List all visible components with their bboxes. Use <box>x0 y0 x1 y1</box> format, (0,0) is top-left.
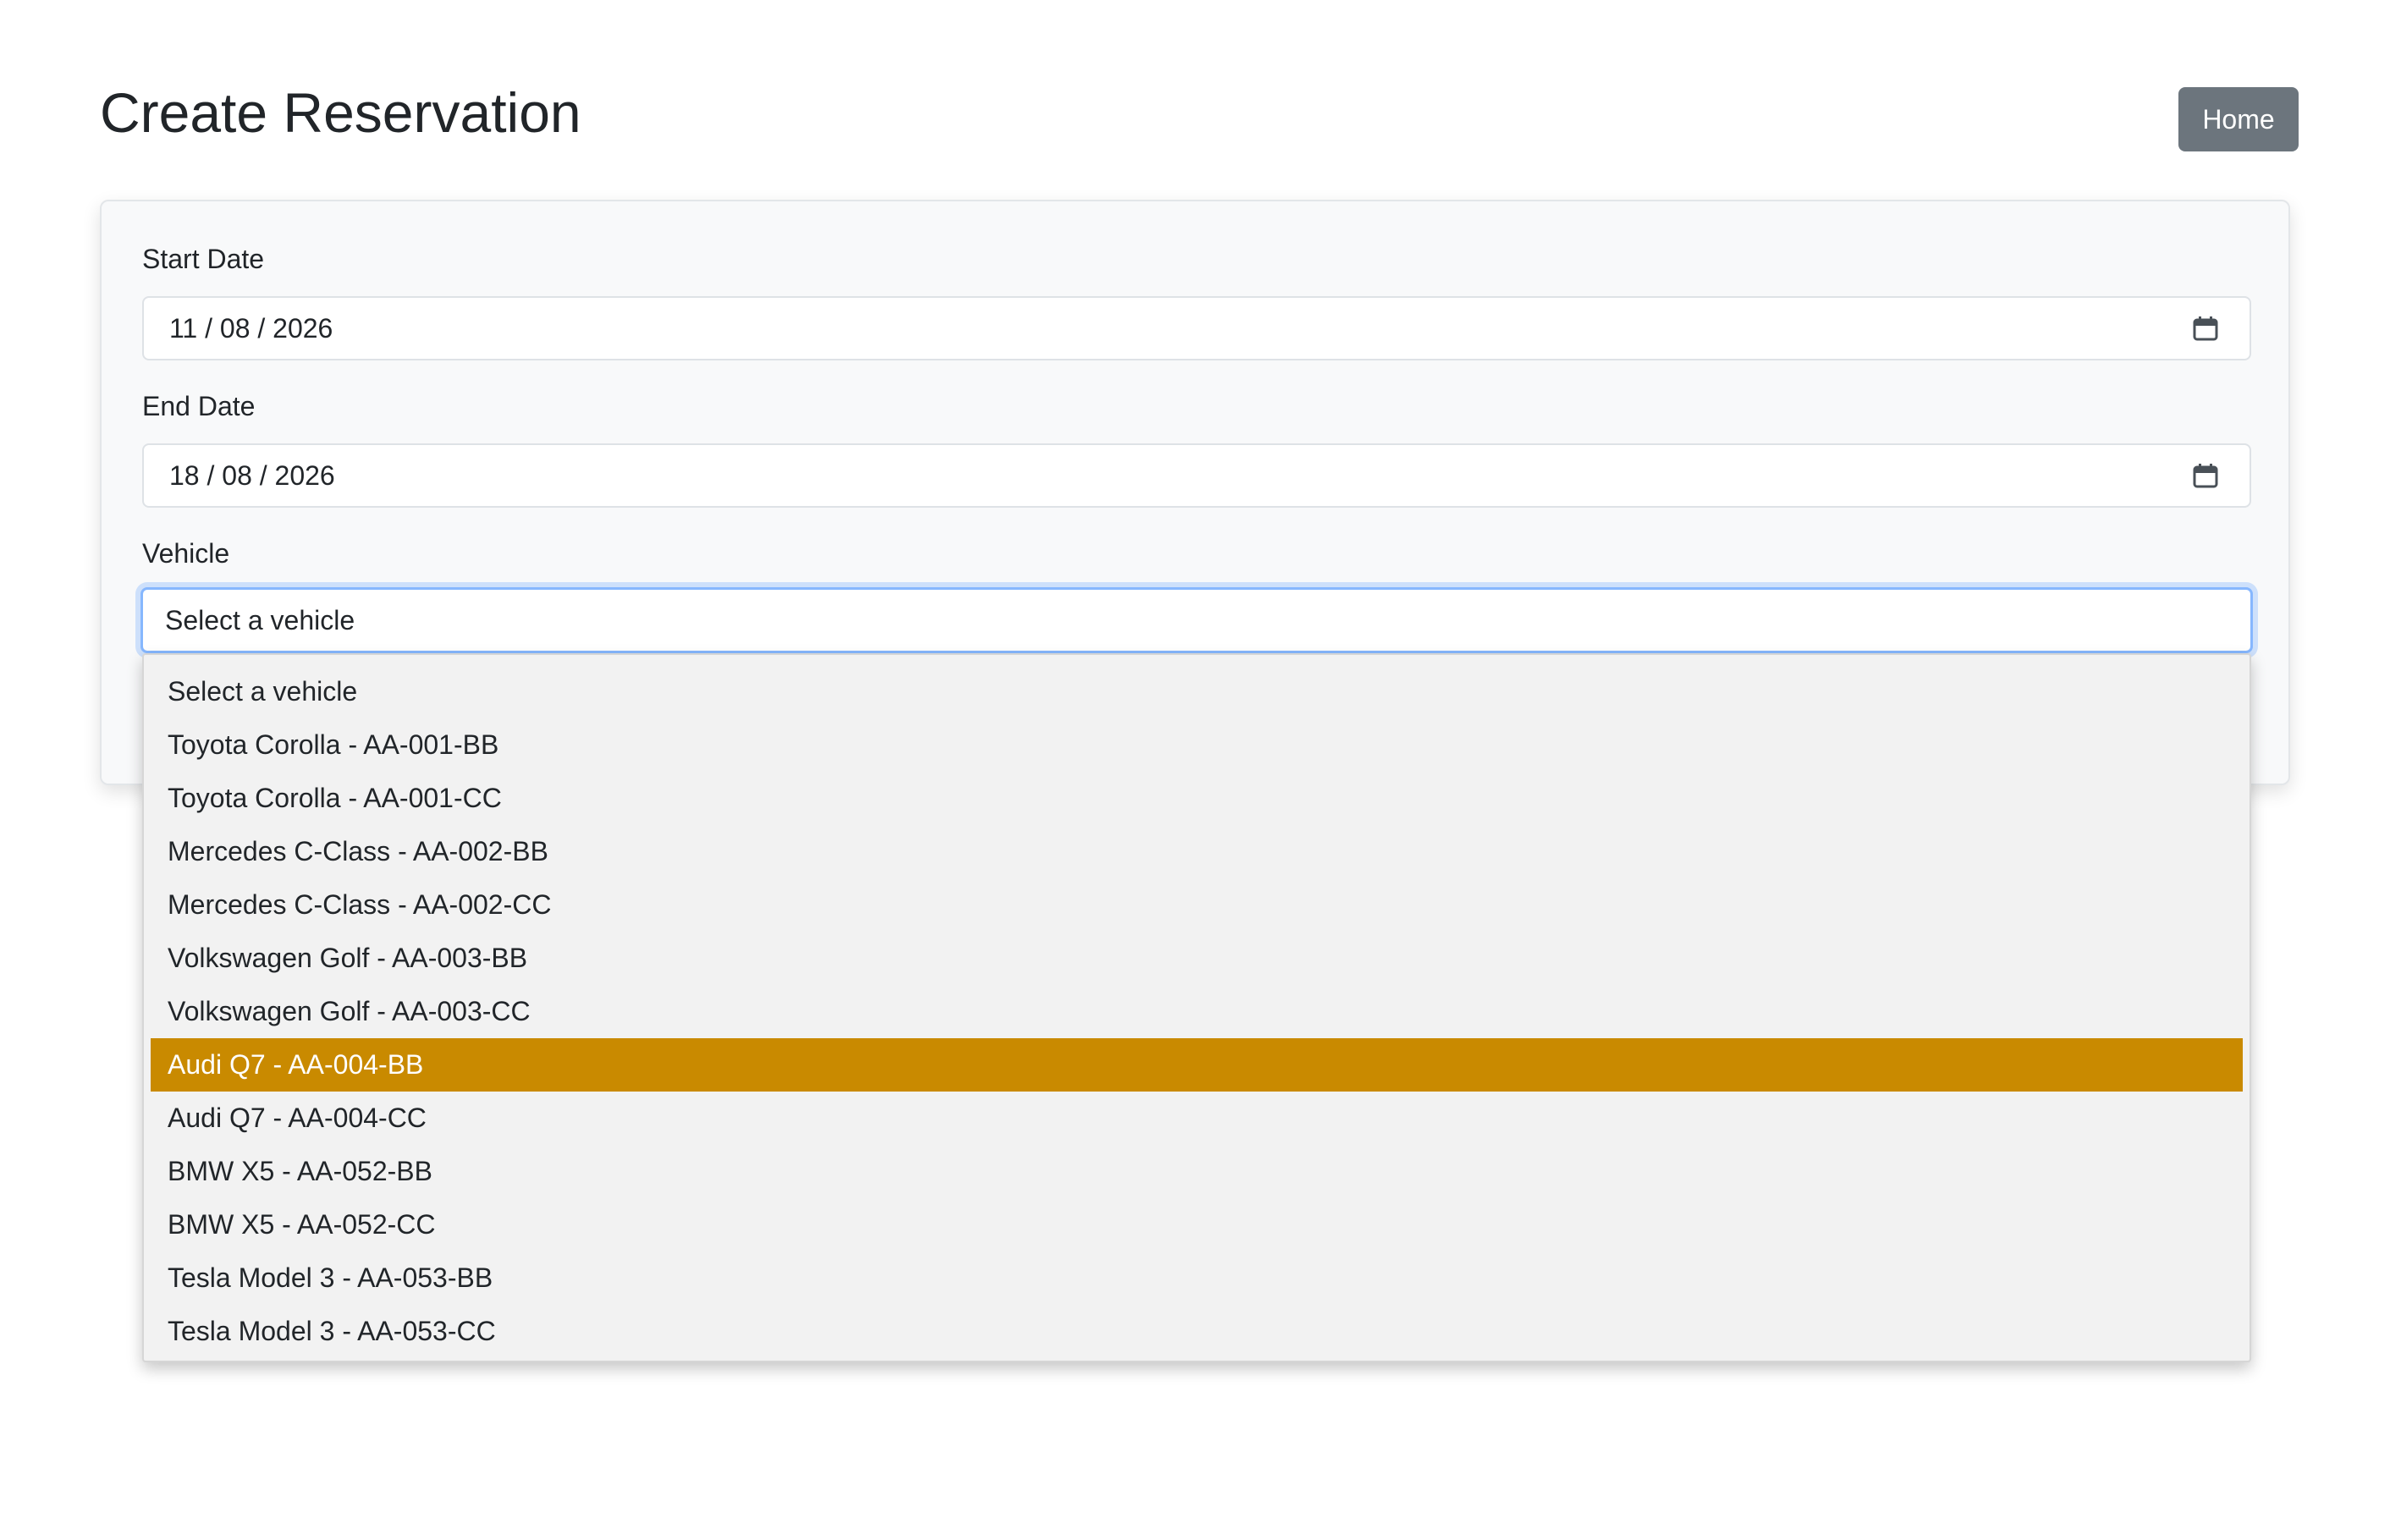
dropdown-option[interactable]: Mercedes C-Class - AA-002-BB <box>151 825 2243 878</box>
end-date-label: End Date <box>142 391 256 421</box>
dropdown-option[interactable]: Tesla Model 3 - AA-053-BB <box>151 1251 2243 1305</box>
vehicle-dropdown-list[interactable]: Select a vehicle Toyota Corolla - AA-001… <box>142 653 2251 1362</box>
dropdown-option[interactable]: Toyota Corolla - AA-001-BB <box>151 718 2243 772</box>
dropdown-option[interactable]: Audi Q7 - AA-004-CC <box>151 1092 2243 1145</box>
end-date-input[interactable]: 18 / 08 / 2026 <box>142 443 2251 508</box>
end-date-value[interactable]: 18 / 08 / 2026 <box>169 445 335 506</box>
dropdown-option[interactable]: Tesla Model 3 - AA-053-CC <box>151 1305 2243 1358</box>
dropdown-option[interactable]: Select a vehicle <box>151 665 2243 718</box>
calendar-icon[interactable] <box>2192 462 2219 489</box>
start-date-label: Start Date <box>142 244 265 274</box>
start-date-input[interactable]: 11 / 08 / 2026 <box>142 296 2251 360</box>
dropdown-option[interactable]: Toyota Corolla - AA-001-CC <box>151 772 2243 825</box>
vehicle-label: Vehicle <box>142 538 230 569</box>
page: Create Reservation Home Start Date 11 / … <box>0 0 2390 1540</box>
dropdown-option[interactable]: Volkswagen Golf - AA-003-CC <box>151 985 2243 1038</box>
calendar-icon[interactable] <box>2192 315 2219 342</box>
dropdown-option[interactable]: Volkswagen Golf - AA-003-BB <box>151 932 2243 985</box>
start-date-value[interactable]: 11 / 08 / 2026 <box>169 298 333 359</box>
dropdown-option[interactable]: Mercedes C-Class - AA-002-CC <box>151 878 2243 932</box>
vehicle-select[interactable]: Select a vehicle <box>140 587 2253 653</box>
dropdown-option[interactable]: BMW X5 - AA-052-CC <box>151 1198 2243 1251</box>
dropdown-option-highlighted[interactable]: Audi Q7 - AA-004-BB <box>151 1038 2243 1092</box>
home-button[interactable]: Home <box>2178 87 2299 151</box>
dropdown-option[interactable]: BMW X5 - AA-052-BB <box>151 1145 2243 1198</box>
vehicle-select-value[interactable]: Select a vehicle <box>165 590 355 651</box>
page-title: Create Reservation <box>100 81 581 144</box>
